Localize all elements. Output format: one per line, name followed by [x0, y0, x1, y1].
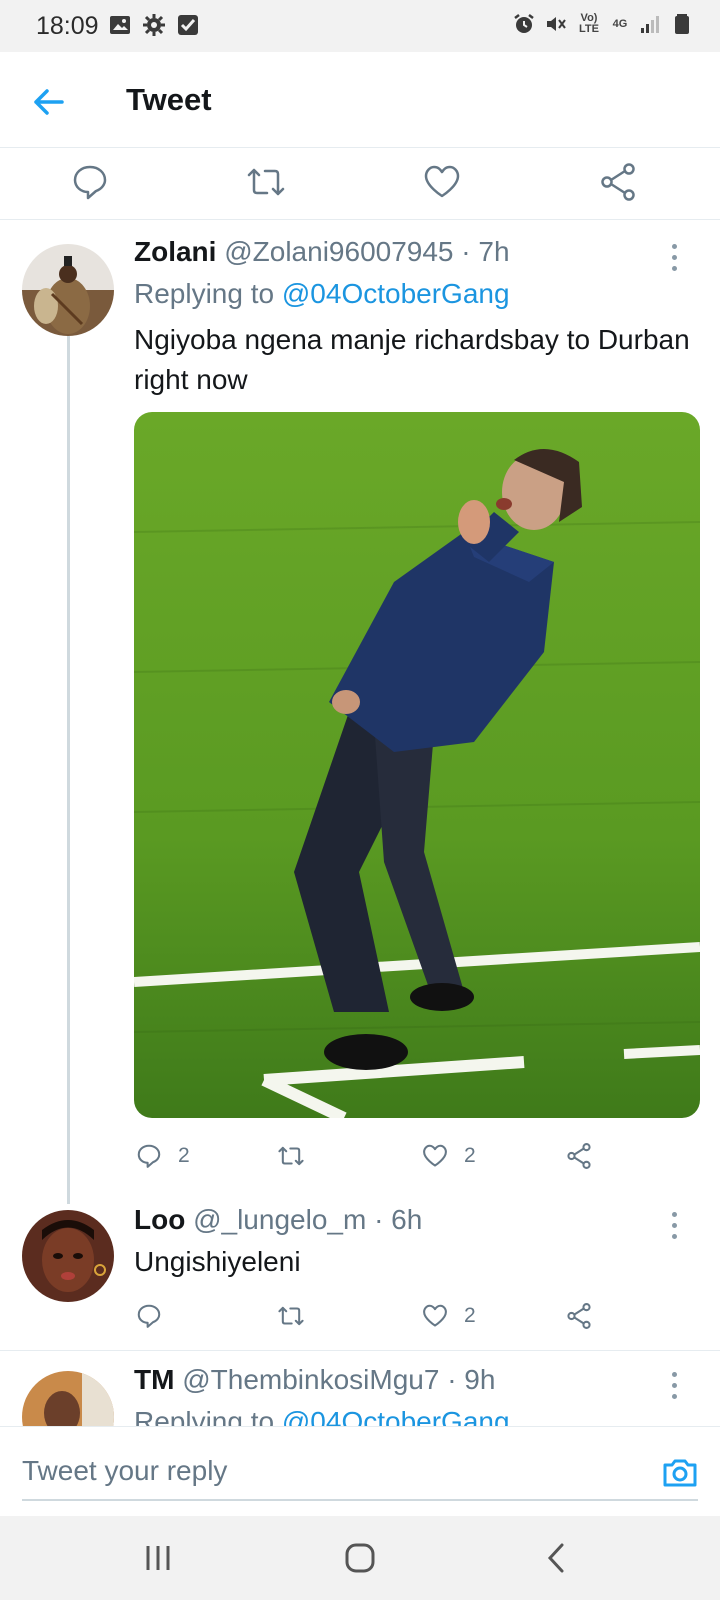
- replying-to-line: Replying to @04OctoberGang: [134, 1406, 510, 1426]
- tweet-actions: 2 2: [134, 1136, 614, 1176]
- reply-action[interactable]: [134, 1296, 178, 1336]
- thread-connector-line: [67, 336, 70, 1204]
- avatar[interactable]: [22, 1210, 114, 1302]
- status-bar: 18:09 Vo) LTE 4G: [0, 0, 720, 52]
- like-count: 2: [464, 1144, 476, 1167]
- avatar[interactable]: [22, 1371, 114, 1426]
- page-title: Tweet: [126, 82, 212, 117]
- app-header: Tweet: [0, 52, 720, 148]
- replying-to-label: Replying to: [134, 278, 282, 309]
- reply-composer-bar: Tweet your reply: [0, 1426, 720, 1518]
- man-avatar-image: [22, 1371, 114, 1426]
- user-handle[interactable]: @_lungelo_m: [193, 1204, 366, 1235]
- like-action[interactable]: 2: [420, 1136, 476, 1176]
- share-icon[interactable]: [596, 160, 640, 204]
- like-heart-icon: [423, 1144, 447, 1167]
- volte-label: Vo) LTE: [579, 12, 599, 35]
- like-action[interactable]: 2: [420, 1296, 476, 1336]
- network-type-label: 4G: [612, 17, 628, 30]
- replying-to-mention[interactable]: @04OctoberGang: [282, 1406, 510, 1426]
- reply-action[interactable]: 2: [134, 1136, 190, 1176]
- like-heart-icon[interactable]: [420, 160, 464, 204]
- tweet-text: Ungishiyeleni: [134, 1246, 301, 1277]
- reply-icon: [137, 1144, 161, 1168]
- signal-icon: [641, 16, 659, 33]
- retweet-icon[interactable]: [244, 160, 288, 204]
- share-action[interactable]: [564, 1296, 594, 1336]
- alarm-icon: [514, 14, 534, 33]
- tweet-time: · 6h: [374, 1204, 423, 1235]
- share-icon: [567, 1303, 591, 1329]
- replying-to-label: Replying to: [134, 1406, 282, 1426]
- tweet-text: Ngiyoba ngena manje richardsbay to Durba…: [134, 324, 690, 395]
- like-heart-icon: [423, 1304, 447, 1327]
- more-options-icon[interactable]: [672, 244, 680, 278]
- reply-icon[interactable]: [68, 160, 112, 204]
- checkbox-icon: [178, 15, 198, 35]
- status-time: 18:09: [36, 12, 99, 40]
- tweet-actions: 2: [134, 1296, 614, 1336]
- camera-icon[interactable]: [660, 1453, 700, 1493]
- avatar[interactable]: [22, 244, 114, 336]
- mute-icon: [547, 17, 566, 31]
- settings-gear-icon: [143, 14, 165, 36]
- share-action[interactable]: [564, 1136, 594, 1176]
- reply-input[interactable]: Tweet your reply: [22, 1443, 698, 1501]
- replying-to-line: Replying to @04OctoberGang: [134, 278, 510, 310]
- replying-to-mention[interactable]: @04OctoberGang: [282, 278, 510, 309]
- battery-icon: [675, 14, 689, 34]
- retweet-icon: [278, 1306, 304, 1326]
- display-name[interactable]: Loo: [134, 1204, 185, 1235]
- tweet-header: Zolani @Zolani96007945 · 7h: [134, 236, 510, 268]
- recent-apps-icon[interactable]: [140, 1540, 176, 1576]
- gallery-icon: [110, 16, 130, 34]
- home-icon[interactable]: [342, 1540, 378, 1576]
- tweet-media-image[interactable]: [134, 412, 700, 1118]
- more-options-icon[interactable]: [672, 1372, 680, 1406]
- tweet-partial: TM @ThembinkosiMgu7 · 9h Replying to @04…: [0, 1351, 720, 1426]
- football-coach-shouting-photo: [134, 412, 700, 1118]
- back-nav-icon[interactable]: [540, 1540, 576, 1576]
- retweet-icon: [278, 1146, 304, 1166]
- user-handle[interactable]: @Zolani96007945: [224, 236, 453, 267]
- back-arrow-icon[interactable]: [28, 82, 68, 122]
- tweet-time: · 9h: [447, 1364, 496, 1395]
- main-tweet-actions: [0, 148, 720, 220]
- display-name[interactable]: TM: [134, 1364, 174, 1395]
- zulu-warrior-avatar-image: [22, 244, 114, 336]
- reply-icon: [137, 1304, 161, 1328]
- share-icon: [567, 1143, 591, 1169]
- cartoon-woman-avatar-image: [22, 1210, 114, 1302]
- retweet-action[interactable]: [276, 1136, 320, 1176]
- retweet-action[interactable]: [276, 1296, 320, 1336]
- system-nav-bar: [0, 1516, 720, 1600]
- more-options-icon[interactable]: [672, 1212, 680, 1246]
- tweet-time: · 7h: [461, 236, 510, 267]
- display-name[interactable]: Zolani: [134, 236, 216, 267]
- reply-count: 2: [178, 1144, 190, 1167]
- tweet-header: Loo @_lungelo_m · 6h: [134, 1204, 422, 1236]
- tweet-header: TM @ThembinkosiMgu7 · 9h: [134, 1364, 495, 1396]
- user-handle[interactable]: @ThembinkosiMgu7: [182, 1364, 439, 1395]
- like-count: 2: [464, 1304, 476, 1327]
